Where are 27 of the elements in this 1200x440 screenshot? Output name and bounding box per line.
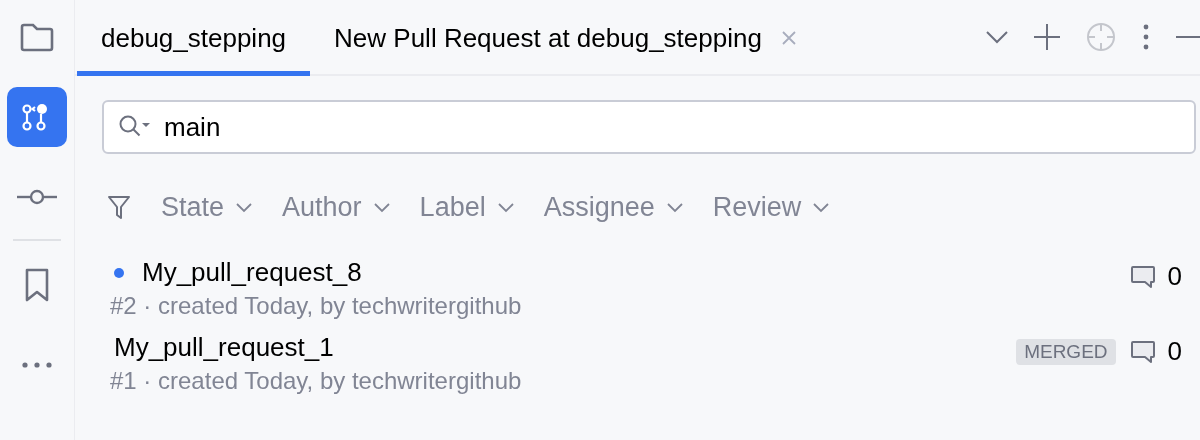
chevron-down-icon — [813, 202, 830, 213]
tab[interactable]: New Pull Request at debug_stepping — [310, 0, 820, 76]
filter-icon[interactable] — [107, 194, 131, 221]
comment-icon — [1129, 339, 1156, 364]
more-options-icon[interactable] — [1142, 24, 1150, 50]
more-icon — [21, 361, 53, 369]
comment-count: 0 — [1167, 261, 1182, 292]
add-icon[interactable] — [1034, 24, 1060, 50]
comment-icon — [1129, 264, 1156, 289]
status-badge: MERGED — [1016, 338, 1116, 365]
tab[interactable]: debug_stepping — [77, 0, 311, 76]
minimize-icon[interactable] — [1176, 35, 1200, 39]
search-field[interactable]: main — [102, 100, 1196, 154]
chevron-down-icon — [497, 202, 514, 213]
pull-request-info: #2 · created Today, by techwritergithub — [110, 292, 522, 320]
folder-icon — [19, 22, 55, 52]
commit-icon — [17, 189, 57, 205]
comment-count: 0 — [1167, 336, 1182, 367]
chevron-down-icon — [373, 202, 390, 213]
bookmark-icon — [24, 268, 50, 302]
chevron-down-icon — [666, 202, 683, 213]
chevron-down-icon — [236, 202, 253, 213]
pull-request-title[interactable]: My_pull_request_8 — [142, 257, 362, 288]
pull-request-info: #1 · created Today, by techwritergithub — [110, 367, 522, 395]
pull-request-title[interactable]: My_pull_request_1 — [114, 332, 334, 363]
chevron-down-icon[interactable] — [986, 30, 1008, 44]
sidebar-button[interactable] — [7, 87, 67, 147]
